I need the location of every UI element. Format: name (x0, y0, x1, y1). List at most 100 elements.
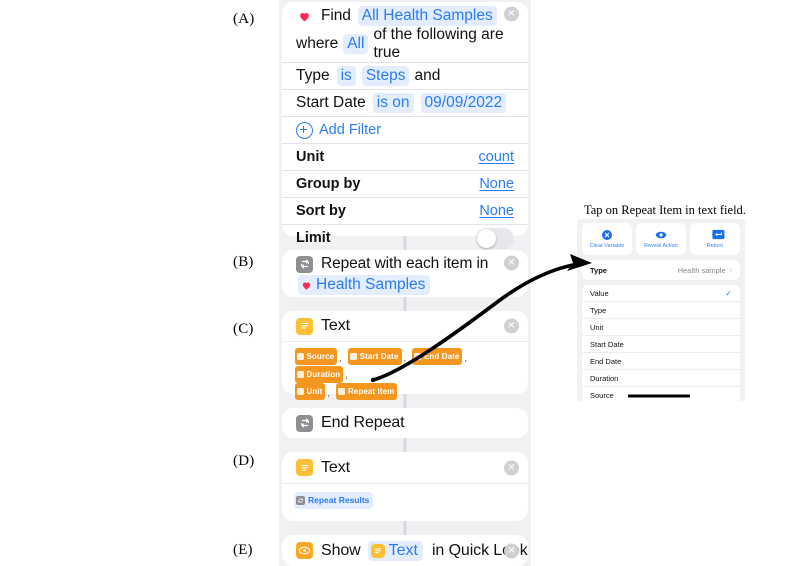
variable-token[interactable]: Duration (295, 365, 344, 383)
step-label-c: (C) (233, 321, 254, 337)
token-separator: , (327, 388, 330, 399)
text-card-title: Text (321, 317, 350, 334)
heart-icon (301, 280, 312, 291)
setting-row-limit[interactable]: Limit (282, 224, 528, 251)
filter-field: Type (296, 67, 330, 84)
show-prefix: Show (321, 541, 361, 559)
text-icon (296, 317, 313, 335)
text-card-results[interactable]: Text ✕ Repeat Results (282, 452, 528, 521)
variable-chip-icon (338, 388, 346, 396)
reveal-action-label: Reveal Action (644, 243, 678, 249)
return-button[interactable]: Return (690, 223, 740, 255)
quick-look-row[interactable]: Show Text in Quick Look ✕ (282, 535, 528, 566)
property-item-end-date[interactable]: End Date (582, 353, 740, 370)
quantifier-token[interactable]: All (343, 34, 369, 54)
setting-value[interactable]: count (479, 149, 514, 165)
text-icon (370, 543, 385, 558)
variable-token[interactable]: Unit (295, 383, 326, 401)
variable-chip-icon (297, 370, 304, 378)
find-health-samples-card[interactable]: Find All Health Samples ✕ where All of t… (282, 2, 528, 249)
eye-icon (655, 229, 667, 241)
text-header-row[interactable]: Text ✕ (282, 452, 528, 483)
shortcut-editor-canvas: Find All Health Samples ✕ where All of t… (279, 0, 531, 566)
setting-row-unit[interactable]: Unit count (282, 143, 528, 170)
return-label: Return (706, 243, 724, 249)
setting-label: Unit (296, 149, 325, 165)
repeat-with-each-card[interactable]: Repeat with each item in ✕ Health Sample… (282, 250, 528, 297)
filter-row-type[interactable]: Type is Steps and (282, 62, 528, 89)
property-label: Duration (590, 373, 619, 383)
property-label: Start Date (590, 339, 624, 349)
plus-circle-icon (296, 121, 313, 139)
text-icon (296, 459, 313, 476)
find-header-row[interactable]: Find All Health Samples ✕ (282, 2, 528, 26)
close-icon[interactable]: ✕ (504, 318, 519, 334)
eye-icon (296, 542, 313, 559)
repeat-title: Repeat with each item in (321, 255, 489, 272)
property-item-value[interactable]: Value ✓ (582, 285, 740, 302)
end-repeat-card[interactable]: End Repeat (282, 408, 528, 438)
close-icon[interactable]: ✕ (504, 255, 519, 270)
property-item-duration[interactable]: Duration (582, 370, 740, 387)
variable-token[interactable]: End Date (412, 348, 463, 365)
token-separator: , (345, 370, 348, 381)
setting-value[interactable]: None (479, 203, 514, 219)
variable-type-row[interactable]: Type Health sample › (582, 260, 740, 280)
reveal-action-button[interactable]: Reveal Action (636, 223, 686, 255)
repeat-icon (296, 255, 313, 273)
variable-type-label: Type (590, 265, 607, 275)
property-item-type[interactable]: Type (582, 302, 740, 319)
property-item-start-date[interactable]: Start Date (582, 336, 740, 353)
close-icon[interactable]: ✕ (504, 460, 519, 475)
variable-chip-icon (297, 353, 304, 360)
property-item-source[interactable]: Source (582, 387, 740, 401)
limit-toggle[interactable] (476, 227, 514, 249)
find-verb: Find (321, 7, 351, 24)
filter-value[interactable]: Steps (361, 66, 410, 86)
repeat-variable-row[interactable]: Health Samples (282, 275, 528, 295)
setting-row-sort-by[interactable]: Sort by None (282, 197, 528, 224)
chevron-right-icon: › (729, 266, 732, 274)
quick-look-variable-token[interactable]: Text (367, 540, 423, 561)
property-label: End Date (590, 356, 622, 366)
filter-value[interactable]: 09/09/2022 (420, 93, 507, 113)
variable-token[interactable]: Start Date (348, 348, 402, 365)
card-connector (403, 438, 407, 452)
repeat-results-token[interactable]: Repeat Results (294, 492, 374, 509)
close-icon[interactable]: ✕ (504, 543, 519, 558)
find-target[interactable]: All Health Samples (357, 6, 497, 26)
repeat-icon (296, 496, 305, 505)
text-card-body[interactable]: Repeat Results (282, 483, 528, 519)
repeat-results-label: Repeat Results (308, 495, 370, 505)
repeat-variable-token[interactable]: Health Samples (298, 275, 431, 295)
text-header-row[interactable]: Text ✕ (282, 311, 528, 341)
add-filter-button[interactable]: Add Filter (282, 116, 528, 143)
filter-operator[interactable]: is (336, 66, 356, 86)
step-label-b: (B) (233, 254, 254, 270)
find-where-row: where All of the following are true (282, 26, 528, 62)
text-card-loop-body[interactable]: Text ✕ Source, Start Date, End Date, Dur… (282, 311, 528, 401)
repeat-header-row[interactable]: Repeat with each item in ✕ (282, 250, 528, 275)
card-connector (403, 297, 407, 311)
text-card-body[interactable]: Source, Start Date, End Date, Duration, … (282, 341, 528, 411)
end-repeat-row[interactable]: End Repeat (282, 408, 528, 438)
setting-label: Sort by (296, 203, 346, 219)
filter-row-start-date[interactable]: Start Date is on 09/09/2022 (282, 89, 528, 116)
variable-token-repeat-item[interactable]: Repeat Item (336, 383, 398, 401)
variable-token[interactable]: Source (295, 348, 338, 365)
setting-label: Limit (296, 230, 331, 246)
text-card-title: Text (321, 458, 350, 476)
clear-variable-button[interactable]: Clear Variable (582, 223, 632, 255)
clear-variable-label: Clear Variable (589, 243, 625, 249)
quick-look-card[interactable]: Show Text in Quick Look ✕ (282, 535, 528, 566)
where-keyword: where (296, 35, 339, 52)
filter-operator[interactable]: is on (372, 93, 414, 113)
property-label: Unit (590, 322, 604, 332)
repeat-icon (296, 414, 313, 432)
add-filter-label: Add Filter (319, 122, 382, 138)
close-icon[interactable]: ✕ (504, 6, 519, 22)
property-label: Value (590, 288, 609, 298)
setting-row-group-by[interactable]: Group by None (282, 170, 528, 197)
setting-value[interactable]: None (479, 176, 514, 192)
property-item-unit[interactable]: Unit (582, 319, 740, 336)
